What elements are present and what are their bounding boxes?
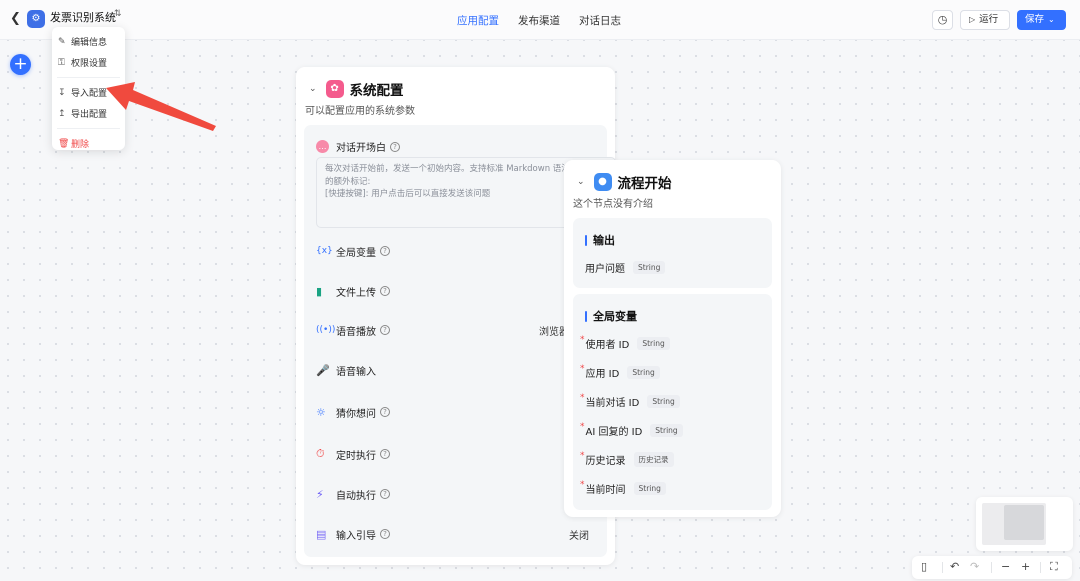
var-label: 当前对话 ID [585,398,640,409]
row-label: 语音输入 [336,366,376,378]
var-label: 当前时间 [585,485,626,496]
undo-icon[interactable]: ↶ [950,560,959,573]
config-row-voice-input[interactable]: 🎤 语音输入 [316,360,601,380]
node-description: 可以配置应用的系统参数 [305,106,415,117]
global-var-item[interactable]: * 历史记录 历史记录 [580,450,674,467]
type-tag: String [650,424,683,437]
row-label: 猜你想问 [336,408,376,420]
row-label: 语音播放 [336,326,376,338]
var-label: 用户问题 [585,264,625,275]
required-mark: * [580,334,585,345]
required-mark: * [580,392,585,403]
zoom-out-icon[interactable]: − [1001,560,1010,573]
section-title: 输出 [585,232,615,248]
help-icon[interactable]: ? [380,489,390,499]
help-icon[interactable]: ? [380,449,390,459]
zoom-in-icon[interactable]: + [1021,560,1030,573]
config-row-scheduled-execution[interactable]: ⏱ 定时执行 ? 关 [316,444,601,464]
global-var-item[interactable]: * 应用 ID String [580,363,660,380]
required-mark: * [580,363,585,374]
global-var-item[interactable]: * AI 回复的 ID String [580,421,683,438]
microphone-icon: 🎤 [316,363,330,377]
global-var-item[interactable]: * 当前时间 String [580,479,666,496]
row-label: 全局变量 [336,247,376,259]
input-guide-icon: ▤ [316,527,327,541]
toolbar-divider [942,562,943,573]
flow-start-node[interactable]: ⌄ ● 流程开始 这个节点没有介绍 输出 用户问题 String 全局变量 * … [564,160,781,517]
required-mark: * [580,479,585,490]
section-title: 全局变量 [585,308,637,324]
welcome-label-text: 对话开场白 [336,143,386,154]
section-title-text: 全局变量 [593,310,637,323]
type-tag: String [633,261,666,274]
required-mark: * [580,421,585,432]
welcome-label: … 对话开场白 ? [316,139,400,154]
timer-icon: ⏱ [316,447,325,460]
mouse-mode-icon[interactable]: ▯ [921,560,927,573]
type-tag: String [633,482,666,495]
config-row-auto-execution[interactable]: ⚡ 自动执行 ? [316,484,601,504]
node-title: 系统配置 [349,83,404,99]
chat-bubble-icon: … [316,140,329,153]
row-label: 定时执行 [336,450,376,462]
collapse-icon[interactable]: ⌄ [577,177,585,187]
toolbar-divider [991,562,992,573]
help-icon[interactable]: ? [380,407,390,417]
var-label: 应用 ID [585,369,620,380]
global-var-item[interactable]: * 使用者 ID String [580,334,670,351]
help-icon[interactable]: ? [390,141,400,152]
lightbulb-icon: ☼ [316,405,326,419]
help-icon[interactable]: ? [380,246,390,256]
config-row-voice-playback[interactable]: ((•)) 语音播放 ? 浏览器自带 [316,320,601,340]
output-section: 输出 用户问题 String [573,218,772,288]
config-row-input-guide[interactable]: ▤ 输入引导 ? 关闭 [316,524,601,544]
lightning-icon: ⚡ [316,487,324,501]
config-panel: … 对话开场白 ? 每次对话开始前，发送一个初始内容。支持标准 Markdown… [304,125,616,557]
canvas-toolbar: ▯ ↶ ↷ − + ⛶ [912,556,1072,579]
section-bar [585,234,587,246]
output-item[interactable]: 用户问题 String [585,260,666,275]
redo-icon[interactable]: ↷ [970,560,979,573]
node-description: 这个节点没有介绍 [573,199,653,210]
section-bar [585,310,587,322]
node-header: ⌄ ✿ 系统配置 [309,79,404,99]
config-row-suggested-questions[interactable]: ☼ 猜你想问 ? [316,402,601,422]
toolbar-divider [1040,562,1041,573]
minimap[interactable] [976,497,1073,551]
welcome-text: 每次对话开始前，发送一个初始内容。支持标准 Markdown 语法，可使用的额外… [325,164,604,199]
row-label: 文件上传 [336,287,376,299]
row-label: 输入引导 [336,530,376,542]
input-guide-value[interactable]: 关闭 [569,527,589,542]
var-label: 历史记录 [585,456,626,467]
config-row-file-upload[interactable]: ▮ 文件上传 ? [316,281,601,301]
voice-wave-icon: ((•)) [316,325,336,335]
type-tag: String [637,337,670,350]
system-config-icon: ✿ [325,80,344,98]
help-icon[interactable]: ? [380,325,390,335]
type-tag: 历史记录 [633,452,674,467]
help-icon[interactable]: ? [380,286,390,296]
flow-start-icon: ● [593,173,612,191]
config-row-global-variables[interactable]: {x} 全局变量 ? + [316,241,601,261]
variable-icon: {x} [316,246,333,256]
collapse-icon[interactable]: ⌄ [309,84,317,94]
section-title-text: 输出 [593,234,615,247]
type-tag: String [647,395,680,408]
row-label: 自动执行 [336,490,376,502]
var-label: 使用者 ID [585,340,630,351]
minimap-node [1004,505,1044,540]
help-icon[interactable]: ? [380,529,390,539]
node-title: 流程开始 [617,176,672,192]
var-label: AI 回复的 ID [585,427,643,438]
type-tag: String [627,366,660,379]
file-icon: ▮ [316,284,323,298]
node-header: ⌄ ● 流程开始 [577,172,672,192]
required-mark: * [580,450,585,461]
fit-view-icon[interactable]: ⛶ [1050,560,1058,574]
global-var-item[interactable]: * 当前对话 ID String [580,392,680,409]
global-variables-section: 全局变量 * 使用者 ID String * 应用 ID String * 当前… [573,294,772,510]
